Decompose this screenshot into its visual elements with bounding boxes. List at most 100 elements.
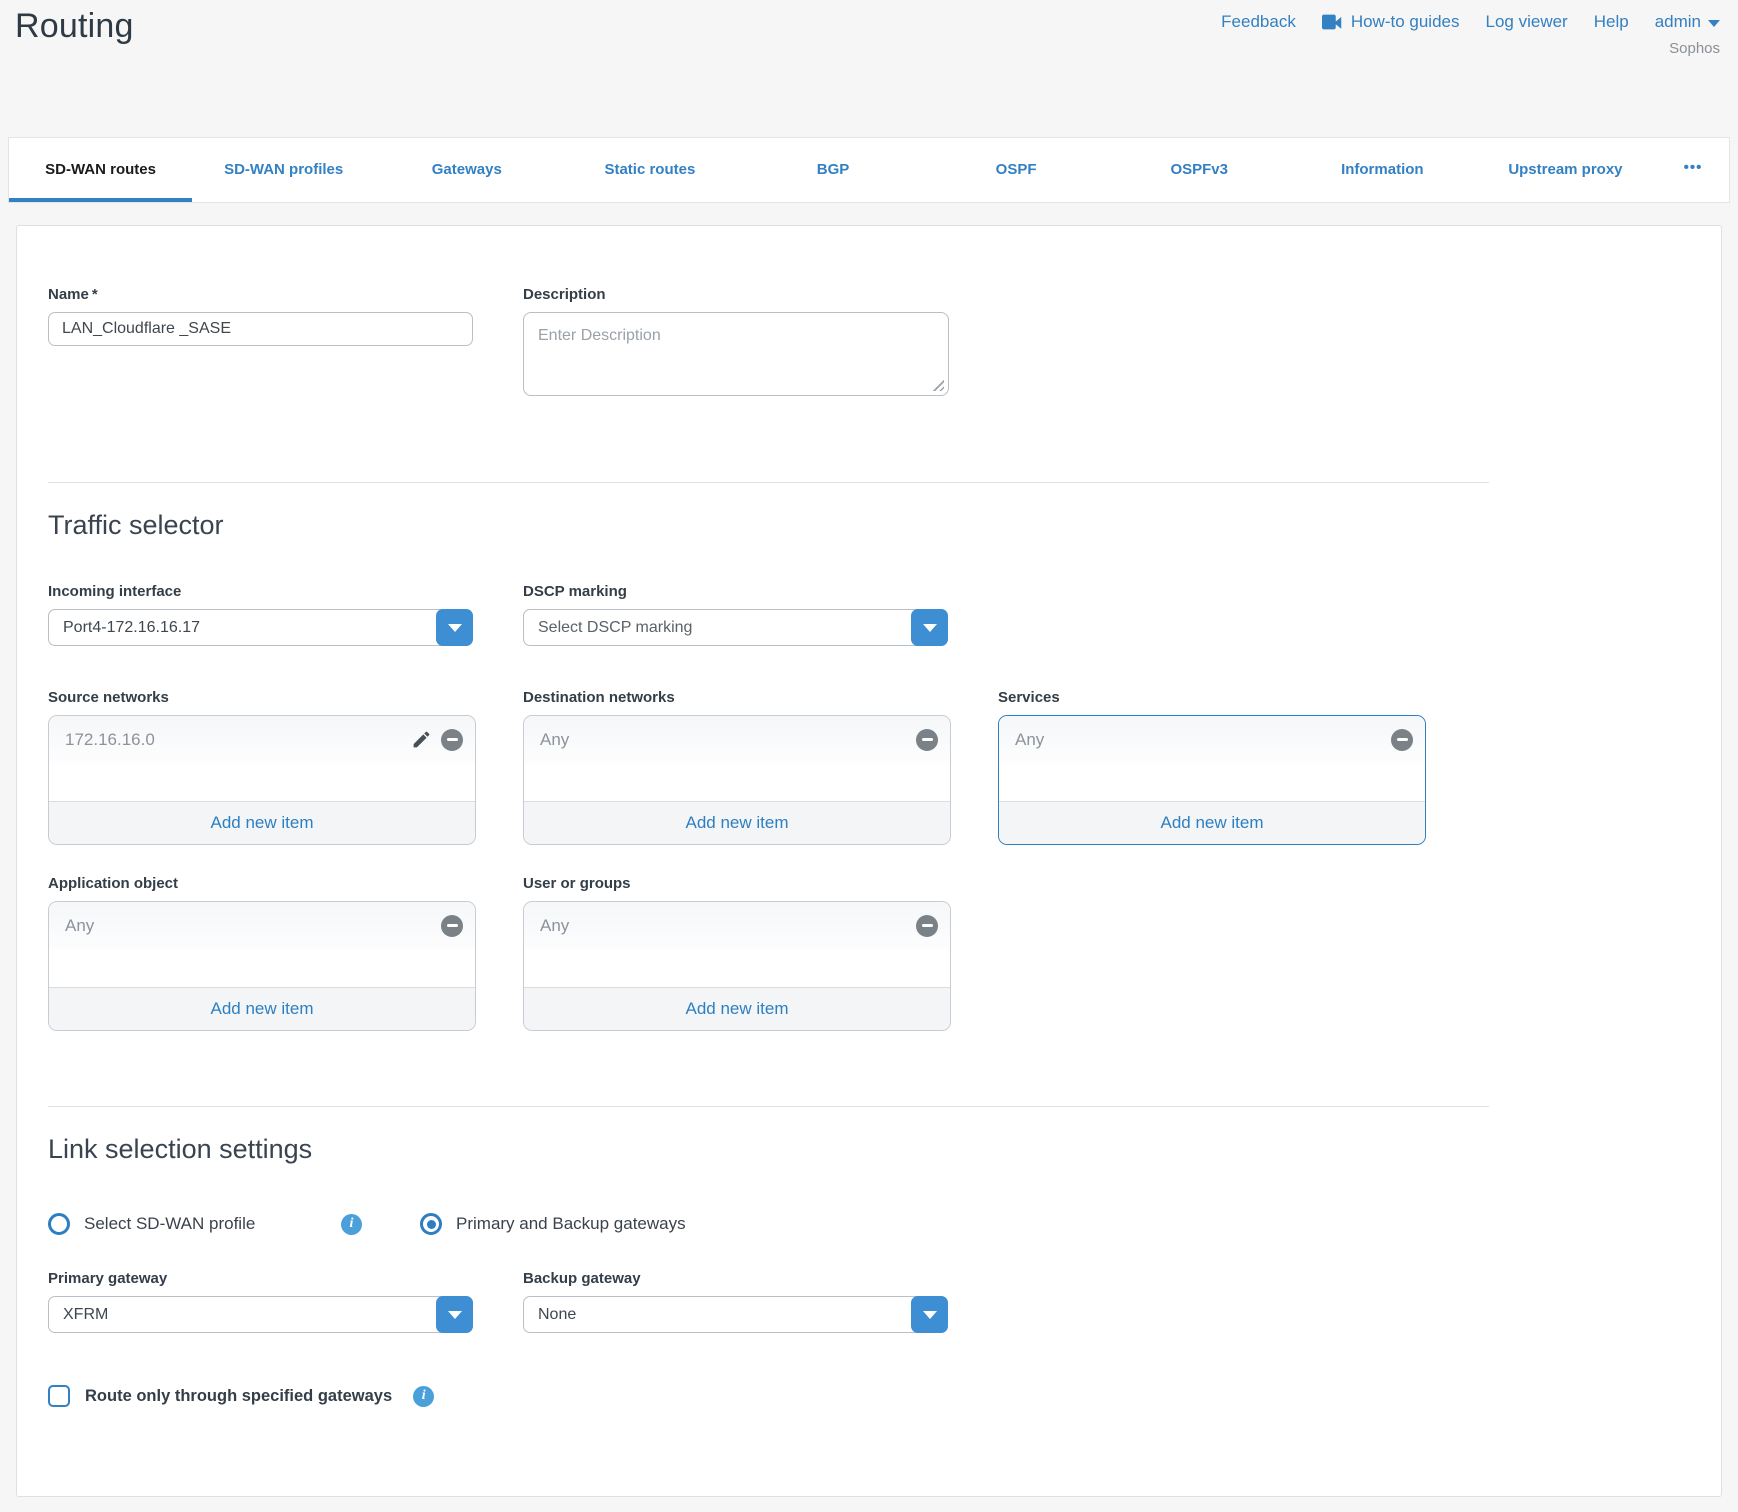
name-input[interactable] — [48, 312, 473, 346]
application-users-row: Application object Any Add new item User… — [48, 875, 1690, 1031]
route-only-checkbox[interactable] — [48, 1385, 70, 1407]
feedback-link-label: Feedback — [1221, 12, 1296, 32]
list-item: Any — [999, 716, 1425, 763]
page-title: Routing — [15, 7, 134, 46]
tab-ospf[interactable]: OSPF — [925, 138, 1108, 202]
primary-gateway-label: Primary gateway — [48, 1270, 473, 1287]
list-item: Any — [49, 902, 475, 949]
source-networks-group: Source networks 172.16.16.0 Add new item — [48, 689, 476, 845]
triangle-down-icon — [923, 624, 937, 632]
howto-guides-label: How-to guides — [1351, 12, 1460, 32]
remove-item-icon[interactable] — [1391, 729, 1413, 751]
add-new-item-button[interactable]: Add new item — [524, 987, 950, 1030]
triangle-down-icon — [448, 1311, 462, 1319]
minus-bar — [447, 738, 458, 742]
add-new-item-button[interactable]: Add new item — [524, 801, 950, 844]
add-new-item-button[interactable]: Add new item — [49, 801, 475, 844]
log-viewer-link[interactable]: Log viewer — [1486, 12, 1568, 32]
help-link[interactable]: Help — [1594, 12, 1629, 32]
list-item: Any — [524, 716, 950, 763]
incoming-interface-label: Incoming interface — [48, 583, 473, 600]
source-network-item-text: 172.16.16.0 — [65, 730, 411, 750]
info-icon[interactable]: i — [341, 1214, 362, 1235]
radio-unselected-icon[interactable] — [48, 1213, 70, 1235]
edit-pencil-icon[interactable] — [411, 729, 432, 750]
description-label: Description — [523, 286, 949, 303]
name-field-group: Name* — [48, 286, 473, 396]
howto-guides-link[interactable]: How-to guides — [1322, 12, 1460, 32]
add-new-item-button[interactable]: Add new item — [999, 801, 1425, 844]
user-or-groups-box: Any Add new item — [523, 901, 951, 1031]
application-object-box: Any Add new item — [48, 901, 476, 1031]
radio-dot — [427, 1220, 436, 1229]
destination-network-item-text: Any — [540, 730, 916, 750]
remove-item-icon[interactable] — [441, 729, 463, 751]
user-group-item-text: Any — [540, 916, 916, 936]
chevron-down-icon — [1708, 20, 1720, 27]
services-box: Any Add new item — [998, 715, 1426, 845]
radio-select-sdwan-profile[interactable]: Select SD-WAN profile — [48, 1213, 323, 1235]
section-divider — [48, 482, 1489, 483]
add-new-item-label: Add new item — [686, 813, 789, 833]
user-or-groups-label: User or groups — [523, 875, 951, 892]
remove-item-icon[interactable] — [916, 915, 938, 937]
minus-bar — [1397, 738, 1408, 742]
radio-selected-icon[interactable] — [420, 1213, 442, 1235]
minus-bar — [922, 738, 933, 742]
incoming-interface-value: Port4-172.16.16.17 — [63, 619, 200, 637]
dropdown-arrow-button[interactable] — [436, 1296, 473, 1333]
name-description-row: Name* Description — [48, 286, 1690, 396]
help-label: Help — [1594, 12, 1629, 32]
dropdown-arrow-button[interactable] — [911, 609, 948, 646]
tab-sdwan-routes[interactable]: SD-WAN routes — [9, 138, 192, 202]
add-new-item-label: Add new item — [686, 999, 789, 1019]
name-label-text: Name — [48, 286, 89, 303]
admin-user-menu[interactable]: admin — [1655, 12, 1720, 32]
backup-gateway-select[interactable]: None — [523, 1296, 948, 1333]
tab-bgp[interactable]: BGP — [741, 138, 924, 202]
list-item: Any — [524, 902, 950, 949]
destination-networks-label: Destination networks — [523, 689, 951, 706]
description-textarea[interactable] — [523, 312, 949, 396]
remove-item-icon[interactable] — [441, 915, 463, 937]
application-object-label: Application object — [48, 875, 476, 892]
more-tabs-button[interactable]: ••• — [1657, 138, 1729, 202]
destination-networks-box: Any Add new item — [523, 715, 951, 845]
incoming-interface-select[interactable]: Port4-172.16.16.17 — [48, 609, 473, 646]
tab-information[interactable]: Information — [1291, 138, 1474, 202]
box-empty-area — [524, 949, 950, 987]
remove-item-icon[interactable] — [916, 729, 938, 751]
dropdown-arrow-button[interactable] — [436, 609, 473, 646]
info-icon[interactable]: i — [413, 1386, 434, 1407]
backup-gateway-group: Backup gateway None — [523, 1270, 949, 1333]
triangle-down-icon — [923, 1311, 937, 1319]
feedback-link[interactable]: Feedback — [1221, 12, 1296, 32]
tab-gateways[interactable]: Gateways — [375, 138, 558, 202]
radio-primary-backup-gateways[interactable]: Primary and Backup gateways — [420, 1213, 686, 1235]
video-camera-icon — [1322, 14, 1344, 30]
tab-ospfv3[interactable]: OSPFv3 — [1108, 138, 1291, 202]
route-only-checkbox-row: Route only through specified gateways i — [48, 1385, 1690, 1407]
primary-gateway-group: Primary gateway XFRM — [48, 1270, 473, 1333]
application-object-group: Application object Any Add new item — [48, 875, 476, 1031]
dscp-marking-select[interactable]: Select DSCP marking — [523, 609, 948, 646]
routing-tabbar: SD-WAN routes SD-WAN profiles Gateways S… — [8, 137, 1730, 203]
page-header: Routing Feedback How-to guides Log viewe… — [0, 0, 1738, 137]
service-item-text: Any — [1015, 730, 1391, 750]
application-item-text: Any — [65, 916, 441, 936]
incoming-interface-group: Incoming interface Port4-172.16.16.17 — [48, 583, 473, 646]
add-new-item-button[interactable]: Add new item — [49, 987, 475, 1030]
traffic-selector-heading: Traffic selector — [48, 510, 1690, 541]
dropdown-arrow-button[interactable] — [911, 1296, 948, 1333]
box-empty-area — [999, 763, 1425, 801]
dscp-marking-label: DSCP marking — [523, 583, 949, 600]
tab-sdwan-profiles[interactable]: SD-WAN profiles — [192, 138, 375, 202]
dscp-marking-placeholder: Select DSCP marking — [538, 619, 692, 637]
primary-gateway-select[interactable]: XFRM — [48, 1296, 473, 1333]
tab-static-routes[interactable]: Static routes — [558, 138, 741, 202]
box-empty-area — [49, 763, 475, 801]
services-group: Services Any Add new item — [998, 689, 1426, 845]
backup-gateway-label: Backup gateway — [523, 1270, 949, 1287]
source-networks-label: Source networks — [48, 689, 476, 706]
tab-upstream-proxy[interactable]: Upstream proxy — [1474, 138, 1657, 202]
